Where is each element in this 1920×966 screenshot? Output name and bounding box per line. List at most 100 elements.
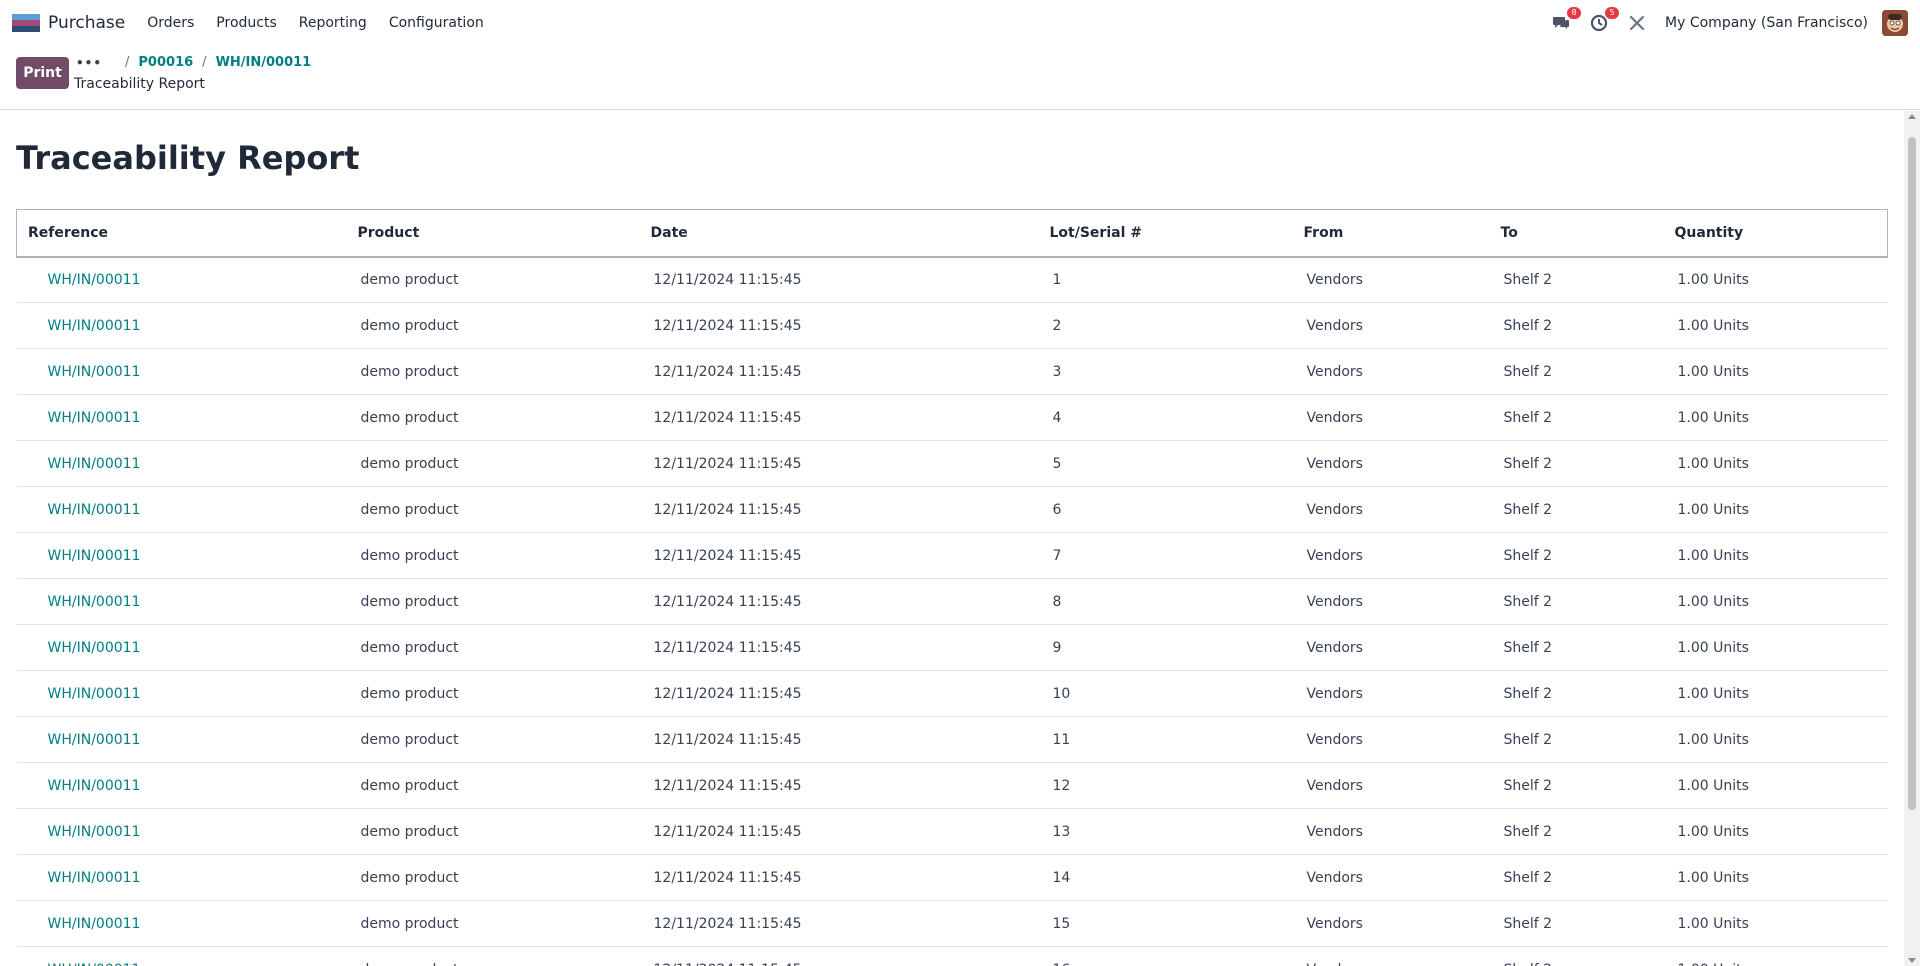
cell-date: 12/11/2024 11:15:45 <box>639 900 1039 947</box>
cell-lot-serial: 11 <box>1038 716 1293 763</box>
cell-lot-serial: 13 <box>1038 808 1293 855</box>
cell-reference[interactable]: WH/IN/00011 <box>16 348 347 395</box>
table-row: WH/IN/00011demo product12/11/2024 11:15:… <box>16 256 1888 303</box>
cell-from: Vendors <box>1292 762 1490 809</box>
table-row: WH/IN/00011demo product12/11/2024 11:15:… <box>16 670 1888 717</box>
print-button[interactable]: Print <box>16 57 69 89</box>
cell-reference[interactable]: WH/IN/00011 <box>16 394 347 441</box>
scroll-down-icon[interactable] <box>1908 958 1916 963</box>
cell-reference[interactable]: WH/IN/00011 <box>16 854 347 901</box>
column-date: Date <box>639 209 1039 258</box>
table-row: WH/IN/00011demo product12/11/2024 11:15:… <box>16 394 1888 441</box>
cell-date: 12/11/2024 11:15:45 <box>639 440 1039 487</box>
cell-quantity: 1.00 Units <box>1663 854 1888 901</box>
cell-date: 12/11/2024 11:15:45 <box>639 716 1039 763</box>
cell-lot-serial: 16 <box>1038 946 1293 966</box>
cell-date: 12/11/2024 11:15:45 <box>639 808 1039 855</box>
table-body: WH/IN/00011 demo product 12/11/2024 11:15:… <box>16 256 1888 966</box>
breadcrumb-receipt[interactable]: WH/IN/00011 <box>216 55 312 70</box>
table-row: WH/IN/00011demo product12/11/2024 11:15:… <box>16 578 1888 625</box>
cell-reference[interactable]: WH/IN/00011 <box>16 532 347 579</box>
menu-orders[interactable]: Orders <box>147 15 194 31</box>
column-lot-serial: Lot/Serial # <box>1038 209 1293 258</box>
activities-button[interactable]: 5 <box>1587 7 1620 35</box>
content-scrollbar[interactable] <box>1904 111 1920 966</box>
cell-reference[interactable]: WH/IN/00011 <box>16 900 347 947</box>
table-header-row: Reference Product Date Lot/Serial # From… <box>16 209 1888 258</box>
breadcrumb-separator: / <box>202 55 207 70</box>
cell-date: 12/11/2024 11:15:45 <box>639 762 1039 809</box>
cell-reference[interactable]: WH/IN/00011 <box>16 578 347 625</box>
cell-quantity: 1.00 Units <box>1663 946 1888 966</box>
table-row: WH/IN/00011demo product12/11/2024 11:15:… <box>16 762 1888 809</box>
cell-product: demo product <box>346 532 640 579</box>
cell-from: Vendors <box>1292 624 1490 671</box>
page-title: Traceability Report <box>16 139 360 177</box>
cell-reference[interactable]: WH/IN/00011 <box>16 624 347 671</box>
app-logo-icon[interactable] <box>12 14 40 32</box>
cell-from: Vendors <box>1292 532 1490 579</box>
cell-from: Vendors <box>1292 486 1490 533</box>
breadcrumb-collapsed-icon[interactable]: ••• <box>76 56 102 70</box>
breadcrumb: ••• / P00016 / WH/IN/00011 <box>76 55 311 70</box>
cell-from: Vendors <box>1292 854 1490 901</box>
cell-from: Vendors <box>1292 900 1490 947</box>
cell-to: Shelf 2 <box>1489 256 1664 303</box>
cell-to: Shelf 2 <box>1489 716 1664 763</box>
column-to: To <box>1489 209 1664 258</box>
cell-date: 12/11/2024 11:15:45 <box>639 578 1039 625</box>
menu-reporting[interactable]: Reporting <box>299 15 367 31</box>
cell-reference[interactable]: WH/IN/00011 <box>16 808 347 855</box>
table-row: WH/IN/00011demo product12/11/2024 11:15:… <box>16 946 1888 966</box>
cell-reference[interactable]: WH/IN/00011 <box>16 946 347 966</box>
menu-products[interactable]: Products <box>216 15 276 31</box>
cell-date: 12/11/2024 11:15:45 <box>639 486 1039 533</box>
cell-product: demo product <box>346 808 640 855</box>
cell-from: Vendors <box>1292 440 1490 487</box>
cell-lot-serial: 4 <box>1038 394 1293 441</box>
cell-from: Vendors <box>1292 808 1490 855</box>
cell-product: demo product <box>346 900 640 947</box>
cell-to: Shelf 2 <box>1489 854 1664 901</box>
cell-quantity: 1.00 Units <box>1663 532 1888 579</box>
breadcrumb-purchase-order[interactable]: P00016 <box>138 55 193 70</box>
scroll-up-icon[interactable] <box>1908 114 1916 119</box>
cell-product: demo product <box>346 256 640 303</box>
cell-to: Shelf 2 <box>1489 762 1664 809</box>
cell-reference[interactable]: WH/IN/00011 <box>16 302 347 349</box>
cell-to: Shelf 2 <box>1489 670 1664 717</box>
company-switcher[interactable]: My Company (San Francisco) <box>1665 15 1868 31</box>
cell-lot-serial: 6 <box>1038 486 1293 533</box>
table-row: WH/IN/00011demo product12/11/2024 11:15:… <box>16 486 1888 533</box>
scroll-thumb[interactable] <box>1908 137 1916 810</box>
table-row: WH/IN/00011demo product12/11/2024 11:15:… <box>16 900 1888 947</box>
table-row: WH/IN/00011demo product12/11/2024 11:15:… <box>16 348 1888 395</box>
cell-reference[interactable]: WH/IN/00011 <box>16 762 347 809</box>
cell-reference[interactable]: WH/IN/00011 <box>16 440 347 487</box>
cell-reference[interactable]: WH/IN/00011 <box>16 256 347 303</box>
cell-reference[interactable]: WH/IN/00011 <box>16 716 347 763</box>
column-quantity: Quantity <box>1663 209 1888 258</box>
cell-lot-serial: 9 <box>1038 624 1293 671</box>
main-navbar: Purchase Orders Products Reporting Confi… <box>0 0 1920 46</box>
cell-quantity: 1.00 Units <box>1663 762 1888 809</box>
cell-lot-serial: 12 <box>1038 762 1293 809</box>
cell-quantity: 1.00 Units <box>1663 302 1888 349</box>
cell-to: Shelf 2 <box>1489 394 1664 441</box>
cell-reference[interactable]: WH/IN/00011 <box>16 670 347 717</box>
messages-button[interactable]: 8 <box>1549 7 1582 35</box>
cell-product: demo product <box>346 578 640 625</box>
cell-from: Vendors <box>1292 394 1490 441</box>
debug-tools-icon <box>1629 15 1645 31</box>
debug-tools-button[interactable] <box>1625 11 1649 35</box>
menu-configuration[interactable]: Configuration <box>389 15 484 31</box>
cell-from: Vendors <box>1292 670 1490 717</box>
cell-reference[interactable]: WH/IN/00011 <box>16 486 347 533</box>
app-name[interactable]: Purchase <box>48 13 125 33</box>
cell-quantity: 1.00 Units <box>1663 808 1888 855</box>
user-avatar-icon[interactable] <box>1882 10 1908 36</box>
cell-date: 12/11/2024 11:15:45 <box>639 302 1039 349</box>
cell-from: Vendors <box>1292 348 1490 395</box>
cell-date: 12/11/2024 11:15:45 <box>639 946 1039 966</box>
cell-lot-serial: 8 <box>1038 578 1293 625</box>
